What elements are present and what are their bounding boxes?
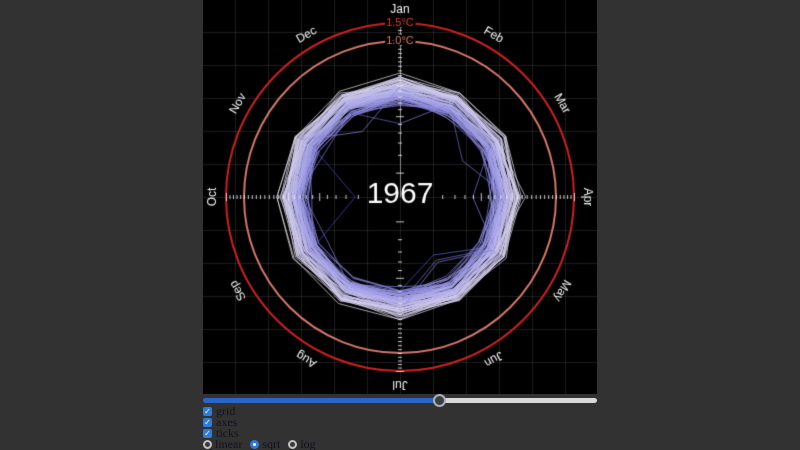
log-radio[interactable]: [288, 440, 297, 449]
scale-option-linear[interactable]: linear: [203, 439, 242, 450]
toggle-row-axes: axes: [203, 417, 597, 428]
sqrt-radio-label: sqrt: [262, 439, 280, 450]
year-slider[interactable]: [203, 398, 597, 403]
climate-spiral-canvas: [203, 0, 597, 394]
visualization-container: [203, 0, 597, 394]
log-radio-label: log: [300, 439, 315, 450]
climate-spiral-app: grid axes ticks linear sqrt log: [203, 0, 597, 450]
scale-radio-group: linear sqrt log: [203, 439, 597, 450]
linear-radio-label: linear: [215, 439, 242, 450]
axes-checkbox[interactable]: [203, 418, 212, 427]
grid-checkbox[interactable]: [203, 407, 212, 416]
scale-option-log[interactable]: log: [288, 439, 315, 450]
ticks-checkbox[interactable]: [203, 429, 212, 438]
sqrt-radio[interactable]: [250, 440, 259, 449]
scale-option-sqrt[interactable]: sqrt: [250, 439, 280, 450]
toggle-row-grid: grid: [203, 406, 597, 417]
linear-radio[interactable]: [203, 440, 212, 449]
